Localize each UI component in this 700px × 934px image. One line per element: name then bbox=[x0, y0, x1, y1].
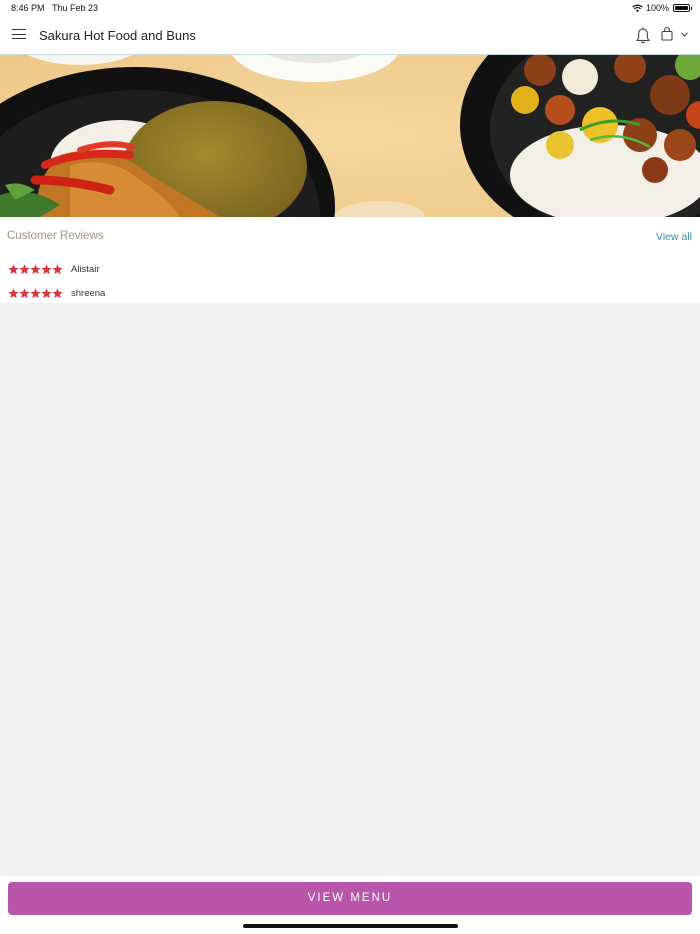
reviewer-name: shreena bbox=[71, 287, 106, 299]
status-indicators: 100% bbox=[632, 3, 692, 13]
wifi-icon bbox=[632, 4, 643, 12]
star-icon bbox=[8, 263, 19, 274]
hero-image bbox=[0, 55, 700, 217]
star-icon bbox=[8, 287, 19, 298]
page-title: Sakura Hot Food and Buns bbox=[39, 28, 196, 43]
star-icon bbox=[19, 263, 30, 274]
review-item: Alistair bbox=[8, 262, 100, 276]
status-date: Thu Feb 23 bbox=[52, 3, 99, 13]
star-icon bbox=[52, 287, 63, 298]
star-icon bbox=[41, 263, 52, 274]
battery-icon bbox=[673, 4, 692, 12]
star-icon bbox=[52, 263, 63, 274]
status-bar: 8:46 PM Thu Feb 23 100% bbox=[0, 0, 700, 17]
star-rating bbox=[8, 263, 63, 275]
reviews-title: Customer Reviews bbox=[7, 230, 104, 242]
status-time: 8:46 PM bbox=[11, 3, 45, 13]
menu-button[interactable] bbox=[12, 29, 26, 41]
battery-percent: 100% bbox=[645, 3, 669, 13]
review-item: shreena bbox=[8, 286, 105, 300]
footer: VIEW MENU bbox=[0, 876, 700, 934]
cart-icon[interactable] bbox=[661, 27, 673, 41]
view-menu-button[interactable]: VIEW MENU bbox=[8, 882, 692, 915]
customer-reviews-section: Customer Reviews View all Alistair shree… bbox=[0, 217, 700, 303]
home-indicator[interactable] bbox=[243, 924, 458, 928]
app-header: Sakura Hot Food and Buns bbox=[0, 17, 700, 55]
chevron-down-icon[interactable] bbox=[680, 30, 689, 39]
bell-icon[interactable] bbox=[635, 27, 651, 45]
food-photo bbox=[0, 55, 700, 217]
star-rating bbox=[8, 287, 63, 299]
star-icon bbox=[30, 263, 41, 274]
star-icon bbox=[19, 287, 30, 298]
star-icon bbox=[30, 287, 41, 298]
view-all-link[interactable]: View all bbox=[656, 231, 692, 243]
reviewer-name: Alistair bbox=[71, 263, 100, 275]
star-icon bbox=[41, 287, 52, 298]
